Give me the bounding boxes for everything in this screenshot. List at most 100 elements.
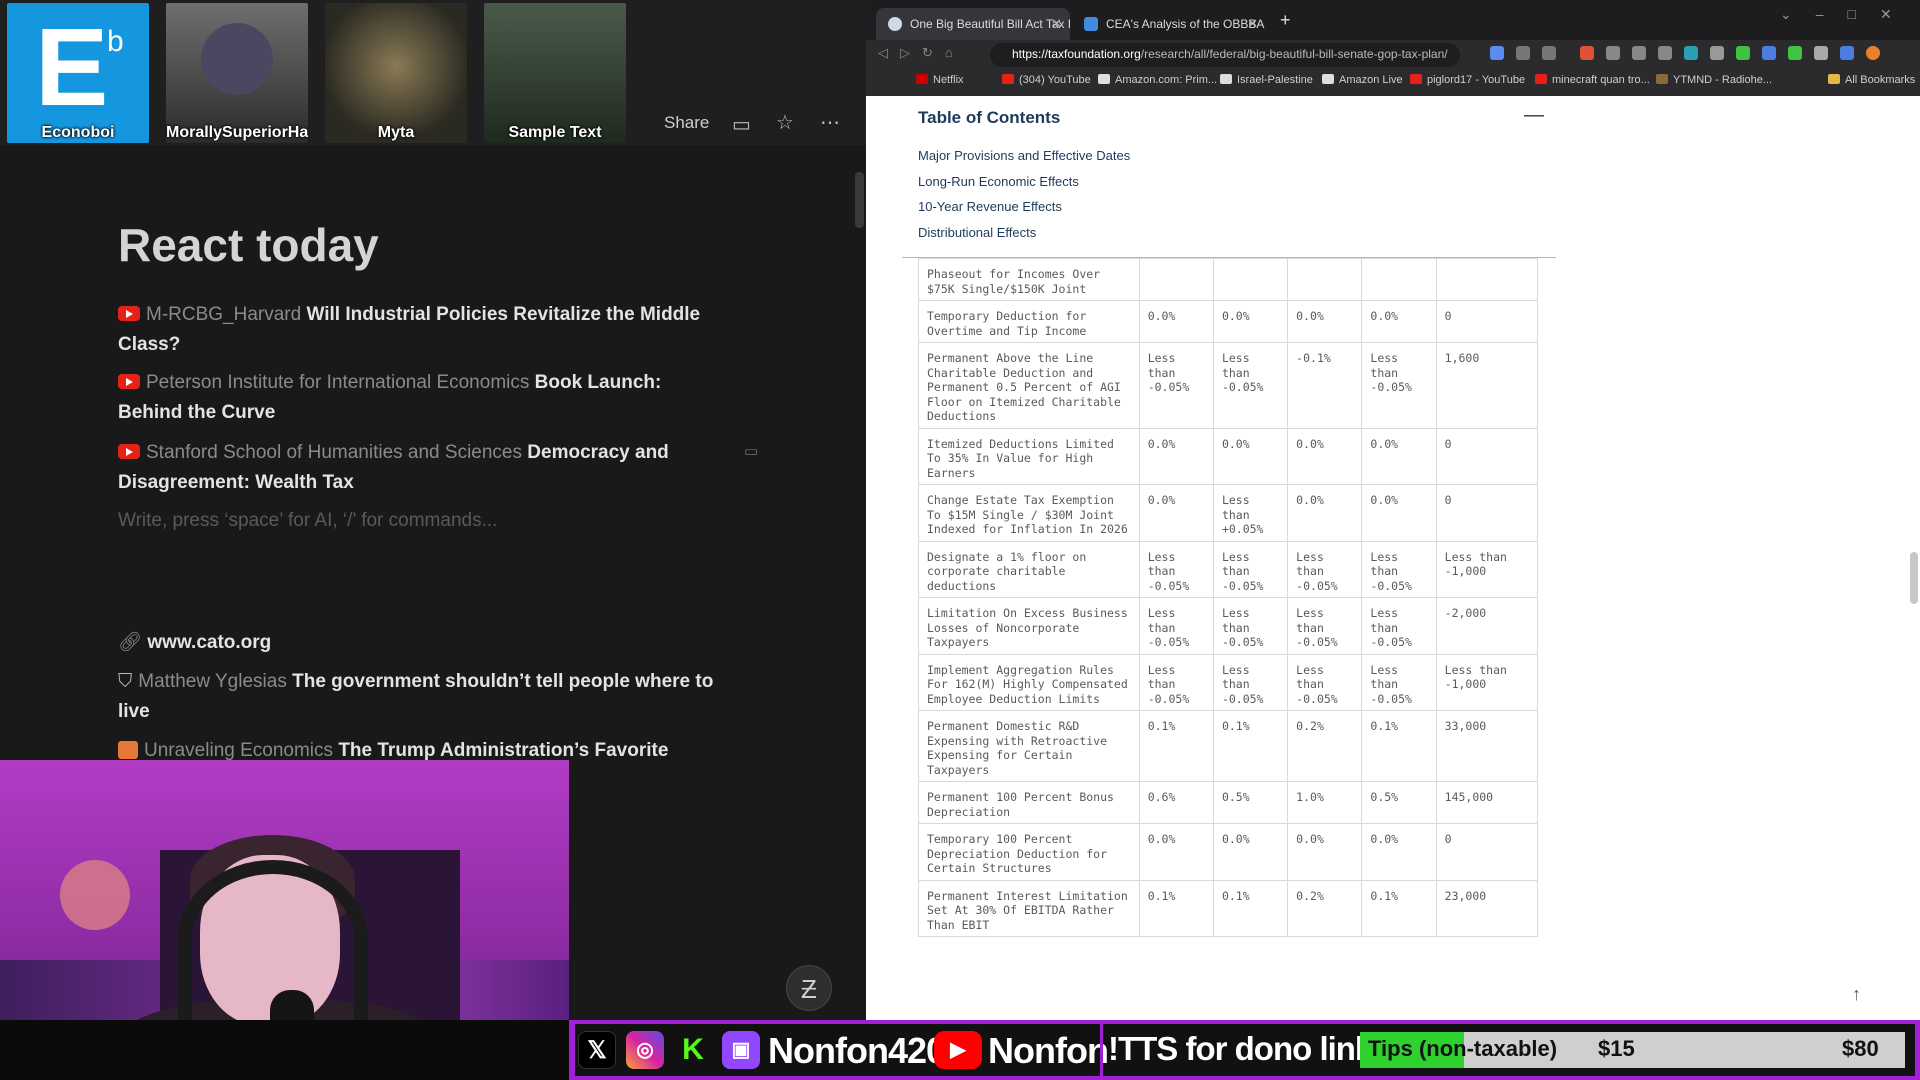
bookmark-ytmnd[interactable]: YTMND - Radiohe... bbox=[1656, 74, 1772, 86]
table-cell: 0.0% bbox=[1287, 427, 1363, 485]
toc-link[interactable]: Major Provisions and Effective Dates bbox=[918, 148, 1130, 163]
comment-icon[interactable]: ▭ bbox=[744, 442, 758, 460]
table-cell bbox=[1212, 258, 1289, 301]
window-controls[interactable]: ⌄–□✕ bbox=[1780, 6, 1916, 23]
table-cell: Less than -1,000 bbox=[1435, 653, 1538, 711]
list-item[interactable]: Stanford School of Humanities and Scienc… bbox=[118, 438, 718, 498]
toc-link[interactable]: Long-Run Economic Effects bbox=[918, 174, 1079, 189]
divider bbox=[1100, 1024, 1103, 1076]
shield-icon: ⛉ bbox=[118, 671, 133, 692]
table-row: Permanent Above the Line Charitable Dedu… bbox=[918, 342, 1538, 429]
tts-notice: !TTS for dono link bbox=[1108, 1030, 1373, 1067]
new-tab-button[interactable]: + bbox=[1280, 10, 1291, 31]
table-cell: Less than -1,000 bbox=[1435, 540, 1538, 598]
list-item[interactable]: Peterson Institute for International Eco… bbox=[118, 368, 718, 428]
tips-goal: $80 bbox=[1842, 1036, 1879, 1061]
table-cell bbox=[1361, 258, 1437, 301]
link-item[interactable]: 🔗︎ www.cato.org bbox=[118, 630, 271, 654]
table-cell: Less than -0.05% bbox=[1287, 597, 1363, 655]
table-cell: Less than -0.05% bbox=[1212, 597, 1289, 655]
bookmark-netflix[interactable]: Netflix bbox=[916, 74, 964, 86]
more-icon[interactable]: ⋯ bbox=[820, 110, 840, 135]
avatar-label: Econoboi bbox=[41, 124, 115, 141]
table-cell: 0.2% bbox=[1287, 879, 1363, 937]
extensions-toolbar[interactable] bbox=[1490, 46, 1910, 64]
table-cell: Temporary Deduction for Overtime and Tip… bbox=[918, 300, 1140, 343]
bookmark-amazon-live[interactable]: Amazon Live bbox=[1322, 74, 1403, 86]
table-row: Implement Aggregation Rules For 162(M) H… bbox=[918, 653, 1538, 711]
table-cell: Implement Aggregation Rules For 162(M) H… bbox=[918, 653, 1140, 711]
table-cell: Less than -0.05% bbox=[1138, 653, 1214, 711]
tab-cea-analysis[interactable]: CEA's Analysis of the OBBBA Sti ✕ bbox=[1072, 8, 1266, 40]
toc-link[interactable]: Distributional Effects bbox=[918, 225, 1036, 240]
table-cell: 0.2% bbox=[1287, 710, 1363, 782]
table-cell: Less than -0.05% bbox=[1212, 540, 1289, 598]
table-cell: Less than -0.05% bbox=[1287, 653, 1363, 711]
table-cell: 0 bbox=[1435, 300, 1538, 343]
table-cell: 0.0% bbox=[1361, 300, 1437, 343]
table-cell: Less than -0.05% bbox=[1212, 342, 1289, 429]
youtube-icon bbox=[118, 374, 140, 389]
distribution-table: Phaseout for Incomes Over $75K Single/$1… bbox=[918, 258, 1538, 937]
table-cell: 0.1% bbox=[1361, 710, 1437, 782]
table-cell: Phaseout for Incomes Over $75K Single/$1… bbox=[918, 258, 1140, 301]
list-item[interactable]: M-RCBG_Harvard Will Industrial Policies … bbox=[118, 300, 718, 360]
star-icon[interactable]: ☆ bbox=[776, 110, 794, 135]
table-cell: 33,000 bbox=[1435, 710, 1538, 782]
bookmark-all[interactable]: All Bookmarks bbox=[1828, 74, 1915, 86]
toc-link[interactable]: 10-Year Revenue Effects bbox=[918, 199, 1062, 214]
table-cell: 0.0% bbox=[1287, 300, 1363, 343]
youtube-handle: Nonfon bbox=[988, 1030, 1109, 1071]
table-row: Limitation On Excess Business Losses of … bbox=[918, 597, 1538, 655]
equation-button[interactable]: Ƶ bbox=[786, 965, 832, 1011]
comment-icon[interactable]: ▭ bbox=[732, 112, 751, 137]
avatar-label: Myta bbox=[377, 124, 415, 141]
collapse-toc-button[interactable]: — bbox=[1524, 104, 1544, 127]
nav-buttons[interactable]: ◁▷↻⌂ bbox=[878, 45, 965, 61]
table-cell: 0.0% bbox=[1361, 427, 1437, 485]
table-row: Permanent Interest Limitation Set At 30%… bbox=[918, 879, 1538, 937]
scrollbar[interactable] bbox=[855, 172, 864, 228]
page-title: React today bbox=[118, 219, 379, 271]
table-cell: Change Estate Tax Exemption To $15M Sing… bbox=[918, 484, 1140, 542]
toc-title: Table of Contents bbox=[918, 108, 1061, 127]
bookmark-youtube[interactable]: (304) YouTube bbox=[1002, 74, 1091, 86]
table-cell: Less than -0.05% bbox=[1138, 540, 1214, 598]
table-cell: 0 bbox=[1435, 427, 1538, 485]
scrollbar[interactable] bbox=[1910, 552, 1918, 604]
table-cell: Less than -0.05% bbox=[1212, 653, 1289, 711]
back-to-top-button[interactable]: ↑ bbox=[1852, 984, 1861, 1005]
twitch-icon: ▣ bbox=[722, 1031, 760, 1069]
twitch-handle: Nonfon420 bbox=[768, 1030, 946, 1071]
table-cell: Less than -0.05% bbox=[1361, 597, 1437, 655]
table-cell: 0.0% bbox=[1212, 823, 1289, 881]
divider bbox=[902, 257, 1556, 258]
table-cell: -0.1% bbox=[1287, 342, 1363, 429]
table-row: Itemized Deductions Limited To 35% In Va… bbox=[918, 427, 1538, 485]
table-cell: 0 bbox=[1435, 823, 1538, 881]
table-cell bbox=[1287, 258, 1363, 301]
editor-placeholder[interactable]: Write, press ‘space’ for AI, ‘/’ for com… bbox=[118, 510, 497, 532]
table-row: Phaseout for Incomes Over $75K Single/$1… bbox=[918, 258, 1538, 301]
table-row: Temporary 100 Percent Depreciation Deduc… bbox=[918, 823, 1538, 881]
table-cell: -2,000 bbox=[1435, 597, 1538, 655]
bookmark-israel-palestine[interactable]: Israel-Palestine bbox=[1220, 74, 1313, 86]
table-cell: 0.0% bbox=[1138, 823, 1214, 881]
link-icon: 🔗︎ bbox=[118, 632, 148, 653]
list-item[interactable]: ⛉ Matthew Yglesias The government shouldn… bbox=[118, 667, 718, 727]
tab-tax-plan[interactable]: One Big Beautiful Bill Act Tax Po ✕ bbox=[876, 8, 1070, 40]
table-row: Temporary Deduction for Overtime and Tip… bbox=[918, 300, 1538, 343]
table-cell bbox=[1435, 258, 1538, 301]
table-cell: 0 bbox=[1435, 484, 1538, 542]
address-bar[interactable]: https://taxfoundation.org/research/all/f… bbox=[990, 43, 1460, 67]
tips-current: $15 bbox=[1598, 1036, 1635, 1061]
table-cell: 0.1% bbox=[1138, 879, 1214, 937]
bookmark-amazon[interactable]: Amazon.com: Prim... bbox=[1098, 74, 1217, 86]
bookmark-piglord17[interactable]: piglord17 - YouTube bbox=[1410, 74, 1525, 86]
bookmark-minecraft[interactable]: minecraft quan tro... bbox=[1535, 74, 1650, 86]
close-icon[interactable]: ✕ bbox=[1051, 16, 1062, 32]
table-cell: 0.1% bbox=[1361, 879, 1437, 937]
avatar-sample-text: Sample Text bbox=[484, 3, 626, 143]
share-button[interactable]: Share bbox=[664, 113, 709, 133]
close-icon[interactable]: ✕ bbox=[1247, 16, 1258, 32]
